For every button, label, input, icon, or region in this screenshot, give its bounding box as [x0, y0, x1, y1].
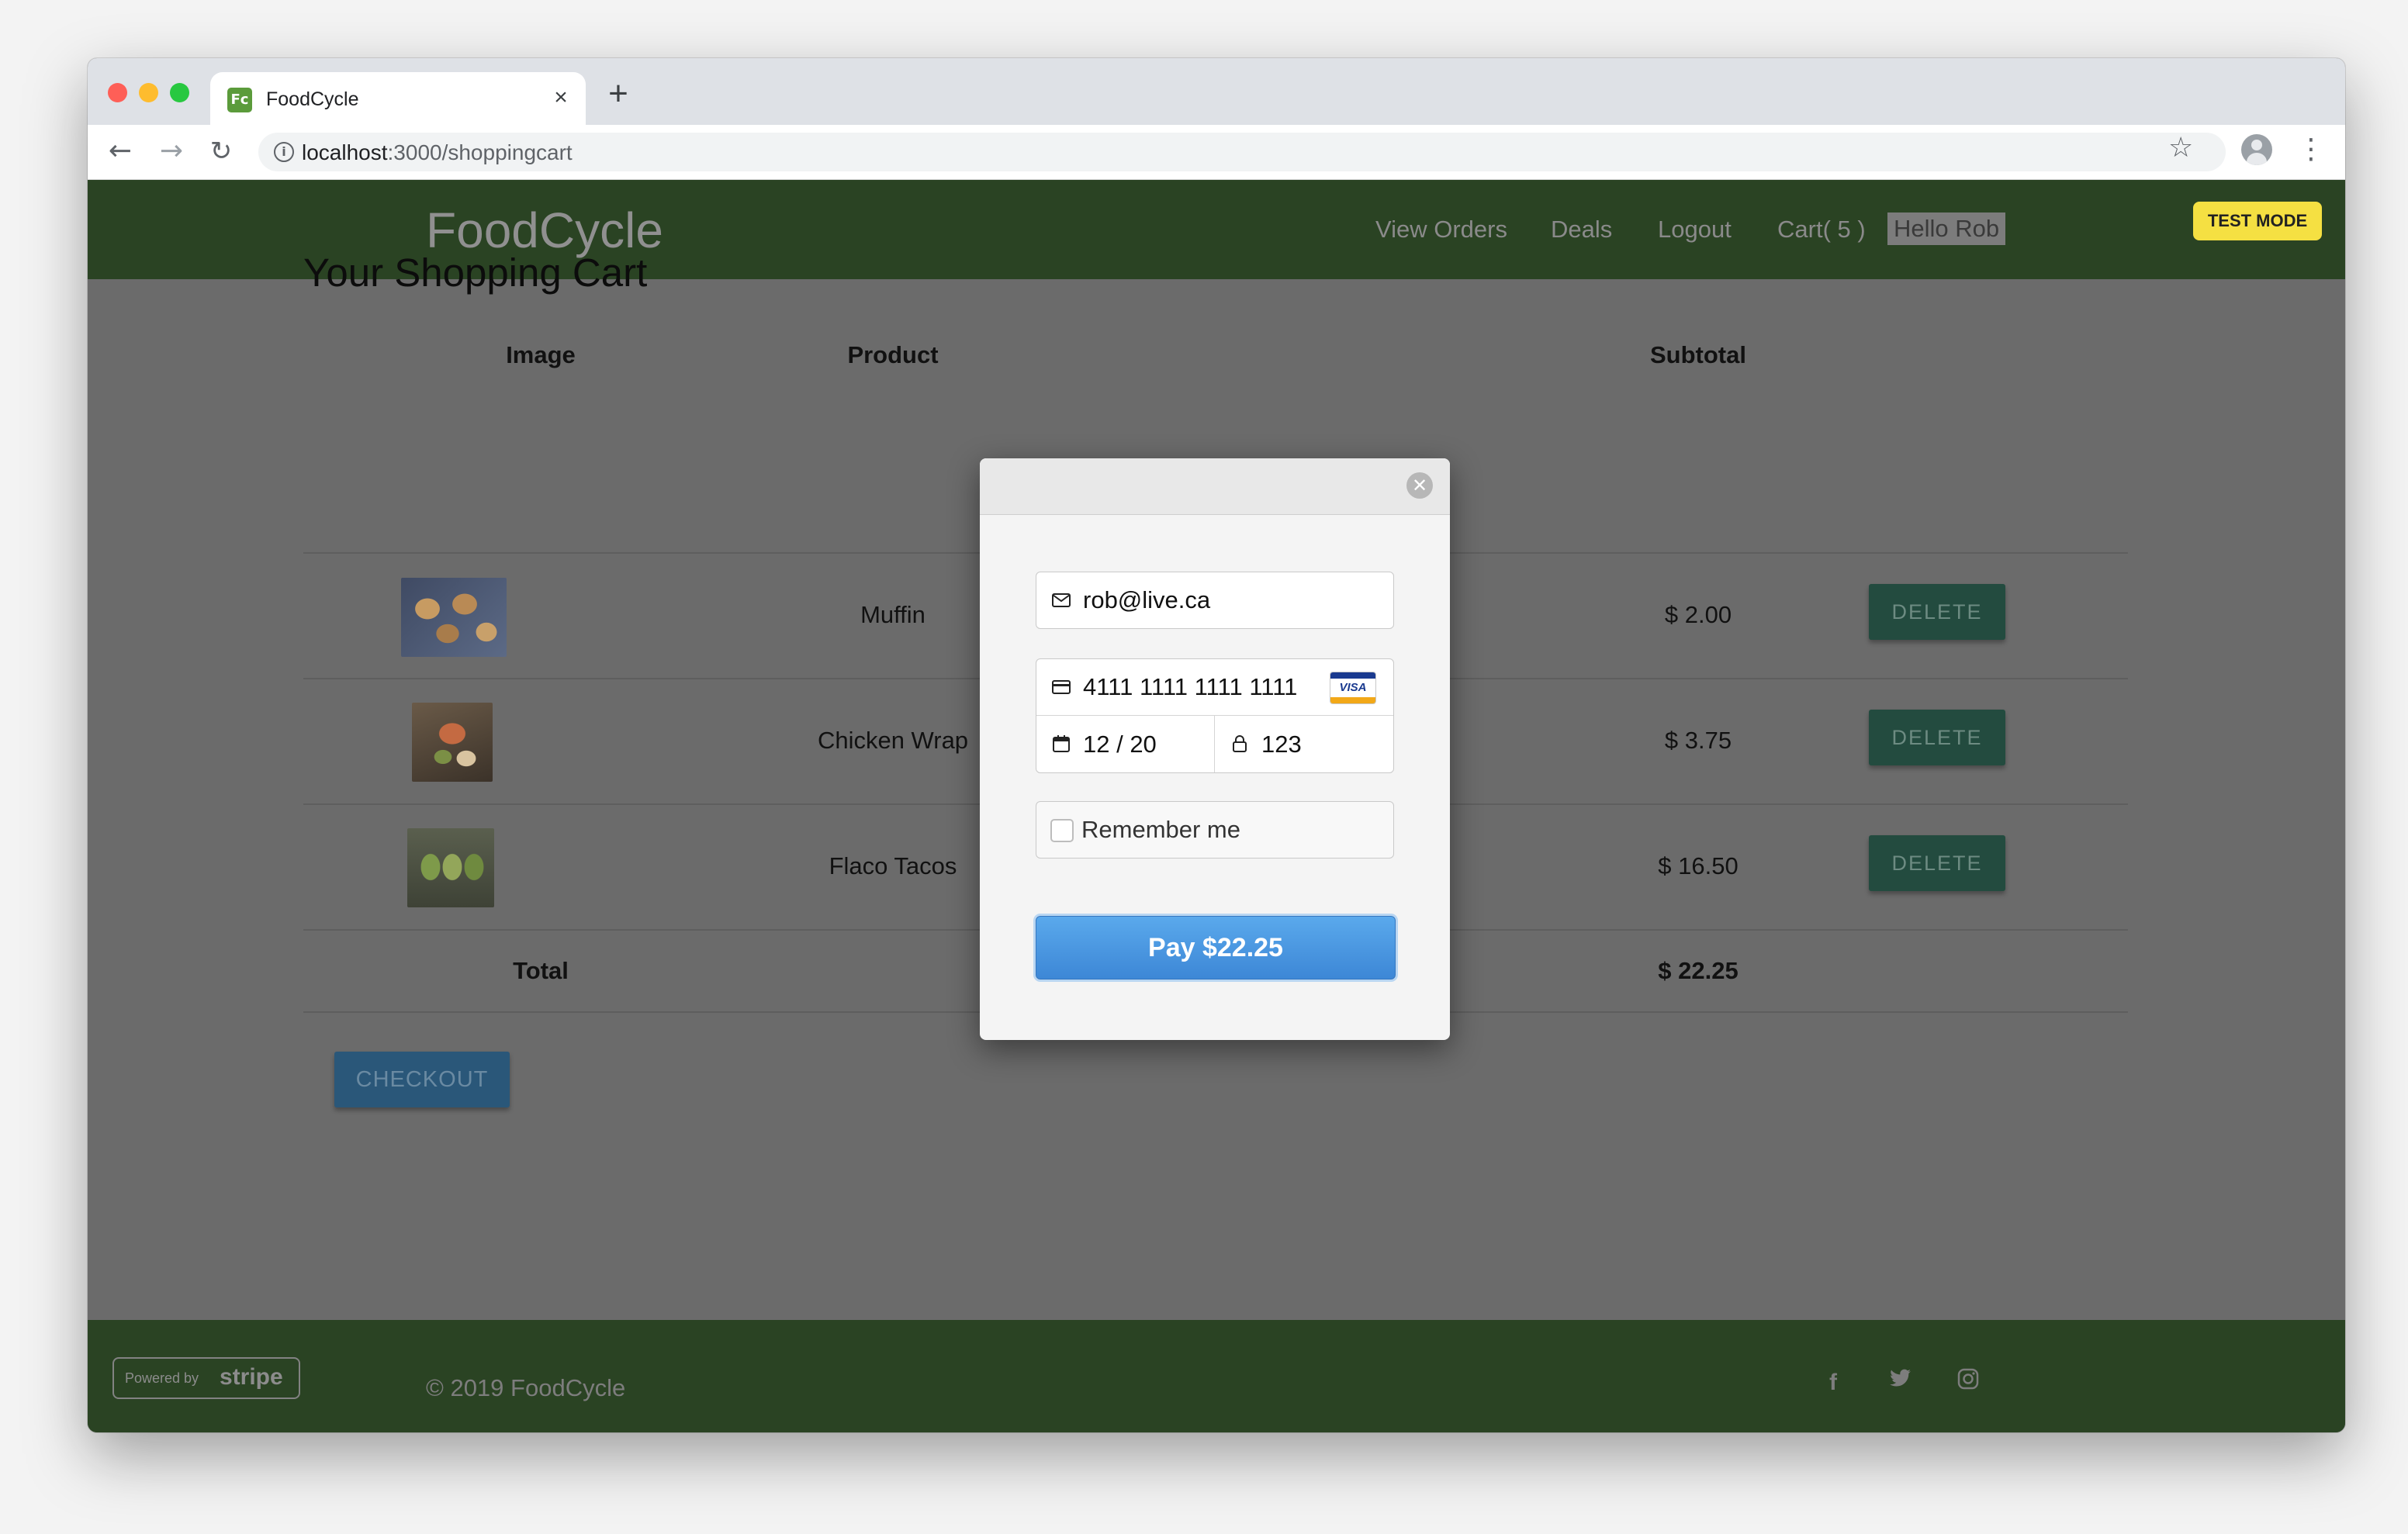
pay-button[interactable]: Pay $22.25 [1036, 916, 1396, 979]
maximize-window-button[interactable] [170, 83, 189, 102]
browser-toolbar: ← → ↻ i localhost:3000/shoppingcart ☆ ⋮ [88, 125, 2345, 180]
card-number-field[interactable]: 4111 1111 1111 1111 VISA [1036, 659, 1393, 715]
nav-view-orders[interactable]: View Orders [1375, 216, 1507, 244]
instagram-icon[interactable] [1953, 1368, 1984, 1396]
twitter-bird-shape [1890, 1369, 1911, 1387]
credit-card-icon [1052, 680, 1071, 694]
visa-card-icon: VISA [1330, 672, 1376, 704]
card-details-group: 4111 1111 1111 1111 VISA 12 / 20 123 [1036, 658, 1394, 773]
menu-dots-icon[interactable]: ⋮ [2297, 133, 2325, 168]
email-value: rob@live.ca [1083, 586, 1211, 613]
calendar-icon [1053, 735, 1070, 752]
delete-button[interactable]: DELETE [1869, 835, 2005, 891]
reload-icon[interactable]: ↻ [204, 134, 238, 168]
stripe-wordmark: stripe [220, 1364, 283, 1390]
nav-logout[interactable]: Logout [1658, 216, 1732, 244]
facebook-icon[interactable]: f [1818, 1370, 1849, 1396]
address-bar[interactable]: i localhost:3000/shoppingcart [258, 133, 2226, 171]
remember-me-label: Remember me [1081, 816, 1240, 843]
card-number-value: 4111 1111 1111 1111 [1083, 673, 1298, 700]
powered-by-stripe-badge[interactable]: Powered by stripe [112, 1357, 300, 1399]
delete-button[interactable]: DELETE [1869, 584, 2005, 640]
lock-icon [1233, 735, 1247, 752]
minimize-window-button[interactable] [139, 83, 158, 102]
product-subtotal: $ 16.50 [1658, 852, 1739, 879]
close-icon[interactable]: ✕ [1406, 472, 1433, 499]
star-icon[interactable]: ☆ [2168, 131, 2193, 165]
product-subtotal: $ 2.00 [1664, 601, 1732, 628]
cvc-field[interactable]: 123 [1215, 716, 1393, 772]
product-image-muffin [401, 578, 507, 657]
checkout-modal: ✕ rob@live.ca 4111 1111 1111 1111 VISA 1… [980, 458, 1450, 1040]
favicon-icon: Fc [227, 88, 252, 112]
product-image-chicken-wrap [412, 703, 493, 782]
header-product: Product [847, 341, 939, 368]
site-footer: Powered by stripe © 2019 FoodCycle f [88, 1320, 2345, 1432]
url-host: localhost [302, 140, 388, 164]
expiry-field[interactable]: 12 / 20 [1036, 716, 1214, 772]
profile-icon[interactable] [2241, 134, 2272, 165]
visa-band-top [1330, 672, 1375, 679]
header-image: Image [506, 341, 576, 368]
tab-strip: Fc FoodCycle × + [88, 58, 2345, 125]
url-path: :3000/shoppingcart [387, 140, 573, 164]
info-icon[interactable]: i [274, 142, 294, 162]
close-window-button[interactable] [108, 83, 127, 102]
remember-me-checkbox[interactable] [1050, 819, 1074, 842]
browser-window: Fc FoodCycle × + ← → ↻ i localhost:3000/… [88, 58, 2345, 1432]
new-tab-button[interactable]: + [603, 77, 634, 111]
forward-arrow-icon[interactable]: → [154, 134, 189, 168]
product-image-flaco-tacos [407, 828, 494, 907]
instagram-camera-shape [1957, 1368, 1979, 1390]
browser-tab[interactable]: Fc FoodCycle × [210, 72, 586, 125]
page-title: Your Shopping Cart [303, 250, 648, 295]
remember-me-option[interactable]: Remember me [1036, 801, 1394, 859]
cvc-value: 123 [1261, 731, 1302, 758]
user-greeting[interactable]: Hello Rob [1887, 212, 2006, 245]
visa-label: VISA [1339, 681, 1367, 694]
email-field[interactable]: rob@live.ca [1036, 572, 1394, 629]
test-mode-badge: TEST MODE [2193, 202, 2322, 240]
back-arrow-icon[interactable]: ← [103, 134, 137, 168]
powered-by-text: Powered by [125, 1370, 199, 1386]
page-content: FoodCycle View Orders Deals Logout Cart(… [88, 180, 2345, 1432]
tab-close-icon[interactable]: × [547, 85, 575, 111]
url-text[interactable]: localhost:3000/shoppingcart [302, 140, 573, 165]
delete-button[interactable]: DELETE [1869, 710, 2005, 765]
modal-header: ✕ [980, 458, 1450, 515]
header-subtotal: Subtotal [1650, 341, 1746, 368]
envelope-icon [1052, 593, 1071, 607]
total-label: Total [513, 957, 569, 984]
copyright-text: © 2019 FoodCycle [426, 1374, 626, 1401]
product-subtotal: $ 3.75 [1664, 727, 1732, 754]
nav-cart[interactable]: Cart( 5 ) [1777, 216, 1866, 244]
checkout-button[interactable]: CHECKOUT [334, 1052, 510, 1107]
twitter-icon[interactable] [1884, 1368, 1915, 1395]
nav-deals[interactable]: Deals [1551, 216, 1612, 244]
tab-title: FoodCycle [266, 88, 359, 110]
expiry-value: 12 / 20 [1083, 731, 1157, 758]
total-value: $ 22.25 [1658, 957, 1739, 984]
visa-band-bottom [1330, 697, 1375, 703]
